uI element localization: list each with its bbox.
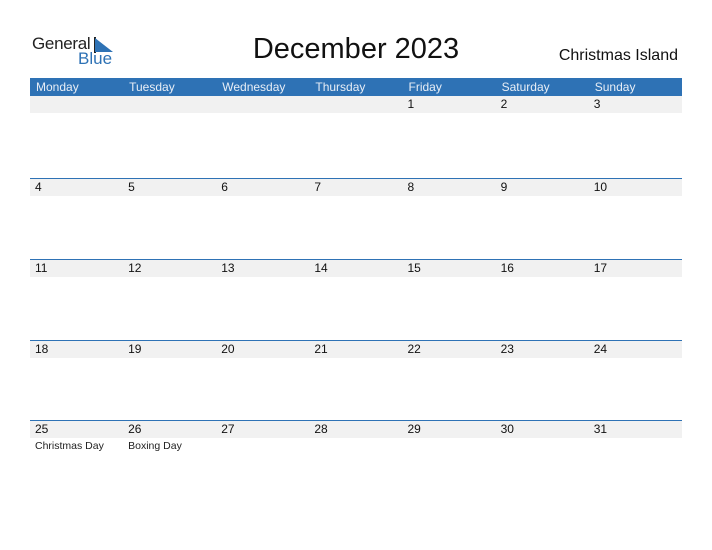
- day-number: 21: [314, 342, 328, 356]
- holiday-label: [216, 358, 309, 359]
- weekday-sunday: Sunday: [594, 80, 636, 94]
- day-number: 4: [35, 180, 42, 194]
- day-number: 2: [500, 97, 508, 111]
- holiday-label: [496, 277, 589, 278]
- day-number: 16: [500, 261, 514, 275]
- day-number: 18: [35, 342, 49, 356]
- day-number: 3: [593, 97, 601, 111]
- holiday-label: [496, 438, 589, 453]
- date-band: 1 2 3: [30, 96, 682, 113]
- week-row: 18 19 20 21 22 23 24: [30, 340, 682, 421]
- holiday-label: [30, 277, 123, 278]
- day-number: 7: [314, 180, 322, 194]
- holiday-label: [30, 113, 123, 114]
- holiday-row: [30, 358, 682, 359]
- date-band: 11 12 13 14 15 16 17: [30, 260, 682, 277]
- holiday-label: [30, 358, 123, 359]
- day-number: [216, 96, 309, 113]
- holiday-label: Christmas Day: [35, 440, 104, 452]
- day-number: 13: [221, 261, 235, 275]
- day-number: 15: [407, 261, 421, 275]
- holiday-label: [216, 196, 309, 197]
- day-number: 27: [221, 422, 235, 436]
- week-row: 11 12 13 14 15 16 17: [30, 259, 682, 340]
- holiday-row: [30, 196, 682, 197]
- holiday-label: [216, 277, 309, 278]
- holiday-label: [309, 438, 402, 453]
- weekday-wednesday: Wednesday: [222, 80, 286, 94]
- holiday-row: [30, 277, 682, 278]
- day-number: 22: [407, 342, 421, 356]
- holiday-label: [589, 196, 682, 197]
- day-number: 26: [128, 422, 142, 436]
- holiday-label: Boxing Day: [128, 440, 182, 452]
- date-band: 4 5 6 7 8 9 10: [30, 179, 682, 196]
- holiday-label: [309, 113, 402, 114]
- weekday-thursday: Thursday: [315, 80, 366, 94]
- day-number: 14: [314, 261, 328, 275]
- weekday-saturday: Saturday: [501, 80, 550, 94]
- day-number: [309, 96, 402, 113]
- holiday-label: [403, 196, 496, 197]
- day-number: [123, 96, 216, 113]
- holiday-label: [403, 438, 496, 453]
- holiday-label: [216, 113, 309, 114]
- weekday-friday: Friday: [408, 80, 442, 94]
- holiday-label: [30, 196, 123, 197]
- day-number: 10: [593, 180, 608, 194]
- holiday-label: [309, 358, 402, 359]
- region-label: Christmas Island: [558, 47, 678, 64]
- holiday-label: [589, 438, 682, 453]
- holiday-label: [123, 196, 216, 197]
- day-number: 19: [128, 342, 142, 356]
- holiday-label: [403, 113, 496, 114]
- day-number: 25: [35, 422, 49, 436]
- day-number: 1: [407, 97, 415, 111]
- holiday-row: [30, 113, 682, 114]
- holiday-label: [216, 438, 309, 453]
- day-number: 29: [407, 422, 421, 436]
- holiday-label: [589, 277, 682, 278]
- holiday-label: [403, 277, 496, 278]
- weekday-monday: Monday: [36, 80, 79, 94]
- holiday-row: Christmas Day Boxing Day: [30, 438, 682, 453]
- day-number: 24: [593, 342, 608, 356]
- date-band: 25 26 27 28 29 30 31: [30, 421, 682, 438]
- day-number: 11: [35, 261, 48, 275]
- holiday-label: [496, 358, 589, 359]
- day-number: 9: [500, 180, 508, 194]
- day-number: [30, 96, 123, 113]
- holiday-label: [309, 196, 402, 197]
- weekday-tuesday: Tuesday: [129, 80, 175, 94]
- holiday-label: [123, 113, 216, 114]
- day-number: 6: [221, 180, 228, 194]
- day-number: 12: [128, 261, 142, 275]
- day-number: 23: [500, 342, 514, 356]
- weekday-header: Monday Tuesday Wednesday Thursday Friday…: [30, 78, 682, 96]
- holiday-label: [403, 358, 496, 359]
- week-row: 25 26 27 28 29 30 31 Christmas Day Boxing Day: [30, 420, 682, 501]
- day-number: 8: [407, 180, 415, 194]
- day-number: 20: [221, 342, 235, 356]
- holiday-label: [589, 113, 682, 114]
- holiday-label: [589, 358, 682, 359]
- holiday-label: [123, 277, 216, 278]
- day-number: 28: [314, 422, 328, 436]
- holiday-label: [496, 113, 589, 114]
- date-band: 18 19 20 21 22 23 24: [30, 341, 682, 358]
- day-number: 30: [500, 422, 514, 436]
- week-row: 4 5 6 7 8 9 10: [30, 178, 682, 259]
- day-number: 5: [128, 180, 135, 194]
- week-row: 1 2 3: [30, 96, 682, 176]
- day-number: 17: [593, 261, 608, 275]
- day-number: 31: [593, 422, 608, 436]
- holiday-label: [309, 277, 402, 278]
- holiday-label: [123, 358, 216, 359]
- holiday-label: [496, 196, 589, 197]
